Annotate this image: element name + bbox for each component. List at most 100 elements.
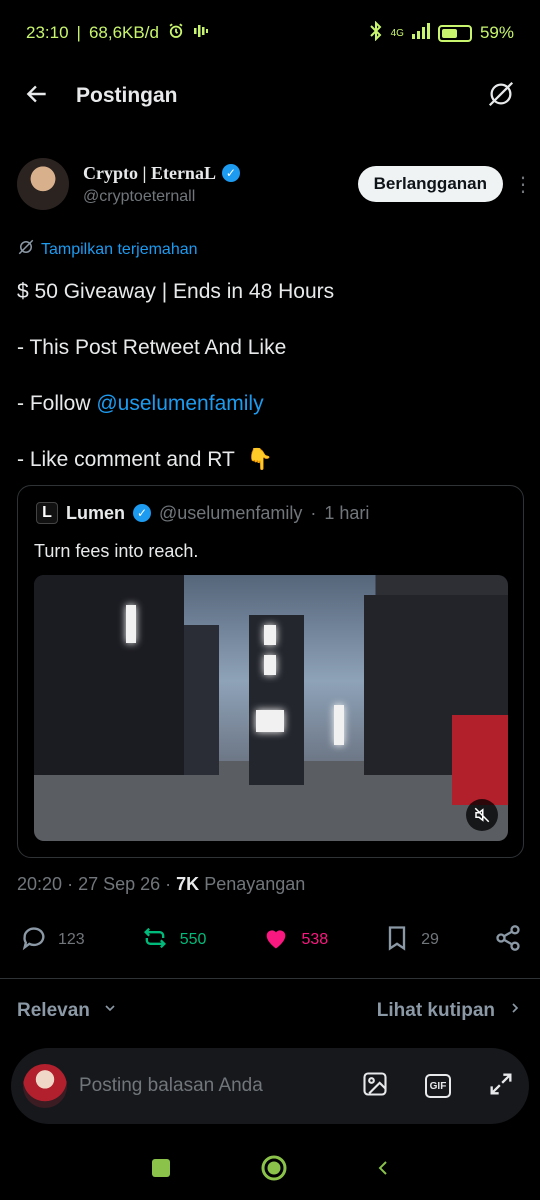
post-time: 20:20 [17, 874, 63, 894]
reply-input[interactable]: Posting balasan Anda [79, 1075, 263, 1097]
quote-text: Turn fees into reach. [34, 541, 199, 561]
post-line-3: - Follow @uselumenfamily [17, 390, 523, 418]
dot-separator: · [310, 502, 317, 523]
like-count: 538 [301, 931, 329, 948]
network-speed: 68,6KB/d [88, 23, 159, 42]
chevron-down-icon [102, 1000, 118, 1022]
point-down-emoji: 👇 [246, 448, 273, 471]
verified-icon: ✓ [221, 164, 240, 182]
post-date: 27 Sep 26 [78, 874, 161, 894]
building-left-2 [184, 625, 219, 775]
gif-label: GIF [429, 1080, 447, 1092]
post-line-3-prefix: - Follow [17, 392, 97, 415]
post-line-4: - Like comment and RT 👇 [17, 446, 523, 474]
expand-icon[interactable] [487, 1070, 515, 1103]
alarm-icon [167, 22, 185, 45]
system-nav-bar [0, 1140, 540, 1200]
share-icon [494, 924, 522, 957]
billboard [264, 655, 276, 675]
mention-link[interactable]: @uselumenfamily [96, 392, 263, 415]
chevron-right-icon [507, 1000, 523, 1022]
heart-icon [261, 924, 291, 957]
author-handle[interactable]: @cryptoeternall [83, 188, 240, 206]
author-name-row[interactable]: Crypto | EternaL ✓ [83, 163, 240, 184]
repost-count: 550 [179, 931, 207, 948]
quote-name: Lumen [66, 502, 126, 523]
grok-icon[interactable] [486, 79, 516, 114]
battery-icon [437, 24, 472, 42]
back-icon[interactable] [376, 1157, 390, 1184]
post-meta: 20:20 · 27 Sep 26 · 7K Penayangan [17, 874, 305, 895]
sort-dropdown[interactable]: Relevan [17, 1000, 118, 1022]
building-left [34, 575, 184, 775]
view-quotes-label[interactable]: Lihat kutipan [377, 1000, 495, 1022]
reply-composer[interactable]: Posting balasan Anda GIF [11, 1048, 529, 1124]
comment-icon [20, 924, 48, 957]
divider [0, 978, 540, 979]
quote-header: L Lumen ✓ @uselumenfamily · 1 hari [36, 502, 369, 524]
grok-small-icon [17, 238, 35, 261]
quote-time: 1 hari [324, 502, 370, 523]
signal-icon [411, 22, 430, 44]
replies-sort-bar: Relevan Lihat kutipan [17, 1000, 523, 1022]
like-button[interactable]: 538 [261, 924, 328, 957]
lumen-logo: L [36, 502, 58, 524]
repost-icon [140, 924, 170, 957]
bluetooth-icon [369, 20, 383, 46]
recents-icon[interactable] [150, 1157, 172, 1184]
bookmark-button[interactable]: 29 [383, 924, 439, 957]
billboard [256, 710, 284, 732]
billboard [264, 625, 276, 645]
avatar[interactable] [17, 158, 69, 210]
video-player[interactable] [34, 575, 508, 841]
status-separator: | [76, 23, 81, 42]
more-vertical-icon[interactable]: ⋮ [513, 172, 533, 197]
status-right: 4G 59% [369, 20, 514, 46]
reply-button[interactable]: 123 [20, 924, 85, 957]
status-left: 23:10 | 68,6KB/d [26, 22, 209, 45]
author-names: Crypto | EternaL ✓ @cryptoeternall [83, 163, 240, 206]
activity-icon [193, 23, 209, 44]
billboard [334, 705, 344, 745]
translate-link[interactable]: Tampilkan terjemahan [17, 238, 198, 261]
translate-label[interactable]: Tampilkan terjemahan [41, 241, 198, 259]
sort-label[interactable]: Relevan [17, 1000, 90, 1022]
status-bar: 23:10 | 68,6KB/d 4G 59% [0, 0, 540, 66]
subscribe-button[interactable]: Berlangganan [357, 166, 503, 202]
repost-button[interactable]: 550 [140, 924, 207, 957]
view-quotes-link[interactable]: Lihat kutipan [377, 1000, 523, 1022]
post-line-1: $ 50 Giveaway | Ends in 48 Hours [17, 280, 335, 303]
action-bar: 123 550 538 29 [20, 922, 522, 958]
meta-dot: · [165, 874, 177, 894]
post-body: $ 50 Giveaway | Ends in 48 Hours - This … [17, 278, 523, 502]
bookmark-icon [383, 924, 411, 957]
gif-icon[interactable]: GIF [425, 1074, 451, 1098]
views-count: 7K [176, 874, 200, 894]
battery-percent: 59% [479, 23, 514, 42]
verified-icon: ✓ [133, 504, 152, 522]
author-name[interactable]: Crypto | EternaL [83, 163, 216, 184]
volume-off-icon[interactable] [466, 799, 498, 831]
building-center [249, 615, 304, 785]
billboard [126, 605, 136, 643]
meta-dot: · [67, 874, 79, 894]
quote-handle: @uselumenfamily [159, 502, 303, 523]
bookmark-count: 29 [421, 931, 439, 948]
image-icon[interactable] [361, 1070, 389, 1103]
red-booth [452, 715, 508, 805]
quoted-post[interactable]: L Lumen ✓ @uselumenfamily · 1 hari Turn … [17, 485, 524, 858]
home-icon[interactable] [260, 1154, 288, 1187]
status-time: 23:10 [26, 23, 69, 42]
page-title: Postingan [76, 84, 178, 107]
network-type: 4G [390, 27, 404, 39]
top-bar: Postingan [0, 66, 540, 126]
post-line-2: - This Post Retweet And Like [17, 336, 287, 359]
reply-count: 123 [58, 931, 85, 948]
share-button[interactable] [494, 924, 522, 957]
views-label: Penayangan [204, 874, 306, 894]
reply-tools: GIF [361, 1070, 515, 1103]
avatar [23, 1064, 67, 1108]
post-author: Crypto | EternaL ✓ @cryptoeternall Berla… [17, 152, 533, 216]
arrow-left-icon[interactable] [24, 81, 50, 112]
post-line-4-text: - Like comment and RT [17, 448, 235, 471]
